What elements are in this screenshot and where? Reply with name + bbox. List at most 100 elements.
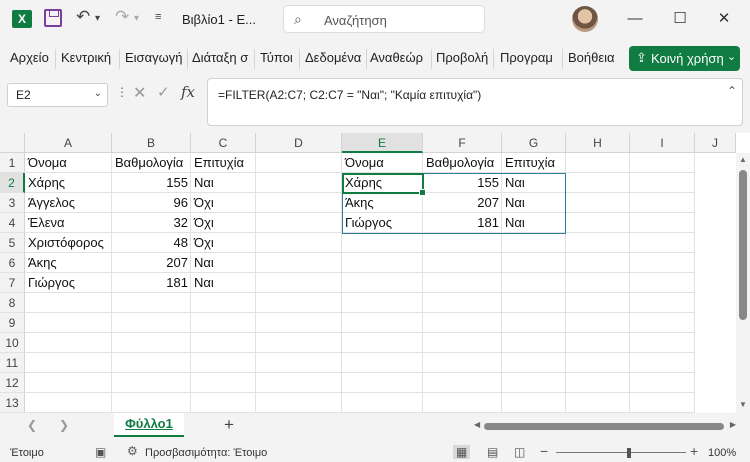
avatar[interactable] [572,6,598,32]
chevron-down-icon[interactable]: ⌄ [94,88,102,99]
header-cell[interactable]: Βαθμολογία [423,153,502,173]
data-cell[interactable]: 207 [112,253,191,273]
zoom-slider[interactable] [556,452,686,453]
grid-cell[interactable] [566,233,630,253]
grid-cell[interactable] [112,333,191,353]
grid-cell[interactable] [256,353,342,373]
grid-cell[interactable] [566,393,630,413]
grid-cell[interactable] [256,313,342,333]
insert-function-icon[interactable]: fx [181,83,195,101]
grid-cell[interactable] [566,333,630,353]
grid-cell[interactable] [630,173,695,193]
save-icon[interactable] [44,9,62,27]
grid-cell[interactable] [256,153,342,173]
grid-cell[interactable] [342,353,423,373]
grid-cell[interactable] [112,293,191,313]
grid-cell[interactable] [630,213,695,233]
data-cell[interactable]: Άκης [25,253,112,273]
grid-cell[interactable] [256,253,342,273]
grid-cell[interactable] [342,233,423,253]
add-sheet-button[interactable]: + [224,415,234,435]
data-cell[interactable]: Έλενα [25,213,112,233]
grid-cell[interactable] [630,153,695,173]
grid-cell[interactable] [630,373,695,393]
header-cell[interactable]: Βαθμολογία [112,153,191,173]
column-header[interactable]: E [342,133,423,153]
header-cell[interactable]: Όνομα [342,153,423,173]
grid-cell[interactable] [342,333,423,353]
header-cell[interactable]: Επιτυχία [502,153,566,173]
grid-cell[interactable] [342,373,423,393]
tab-page-layout[interactable]: Διάταξη σ [192,50,250,65]
grid-cell[interactable] [256,293,342,313]
grid-cell[interactable] [502,273,566,293]
grid-cell[interactable] [191,333,256,353]
data-cell[interactable]: Ναι [502,213,566,233]
page-layout-view-icon[interactable]: ▤ [487,445,498,459]
grid-cell[interactable] [112,353,191,373]
share-button[interactable]: ⇪ Κοινή χρήση ⌄ [629,46,740,71]
grid-cell[interactable] [423,353,502,373]
grid-cell[interactable] [256,273,342,293]
row-header[interactable]: 9 [0,313,25,333]
grid-cell[interactable] [256,193,342,213]
grid-cell[interactable] [342,253,423,273]
grid-cell[interactable] [191,353,256,373]
data-cell[interactable]: 207 [423,193,502,213]
grid-cell[interactable] [630,293,695,313]
accessibility-icon[interactable]: ⚙ [127,444,138,458]
horizontal-scrollbar[interactable]: ◀ ▶ [470,420,738,431]
grid-cell[interactable] [566,313,630,333]
data-cell[interactable]: Όχι [191,213,256,233]
scroll-down-icon[interactable]: ▼ [739,400,747,409]
grid-cell[interactable] [256,173,342,193]
tab-file[interactable]: Αρχείο [10,50,49,65]
formula-input[interactable]: =FILTER(A2:C7; C2:C7 = "Ναι"; "Καμία επι… [207,78,743,126]
grid-cell[interactable] [191,313,256,333]
grid-cell[interactable] [112,313,191,333]
row-header[interactable]: 12 [0,373,25,393]
data-cell[interactable]: Όχι [191,233,256,253]
tab-formulas[interactable]: Τύποι [260,50,293,65]
row-header[interactable]: 5 [0,233,25,253]
horizontal-scroll-thumb[interactable] [484,423,724,430]
row-header[interactable]: 13 [0,393,25,413]
column-header[interactable]: F [423,133,502,153]
data-cell[interactable]: Ναι [191,273,256,293]
grid-cell[interactable] [566,193,630,213]
data-cell[interactable]: Γιώργος [25,273,112,293]
row-header[interactable]: 1 [0,153,25,173]
grid-cell[interactable] [256,233,342,253]
grid-cell[interactable] [423,233,502,253]
zoom-out-icon[interactable]: − [540,443,548,459]
grid-cell[interactable] [630,353,695,373]
document-title[interactable]: Βιβλίο1 - E... [182,12,256,27]
grid-cell[interactable] [502,333,566,353]
minimize-icon[interactable]: — [622,8,648,30]
grid-cell[interactable] [256,373,342,393]
grid-cell[interactable] [191,393,256,413]
grid-cell[interactable] [423,313,502,333]
tab-developer[interactable]: Προγραμ [500,50,558,65]
column-header[interactable]: B [112,133,191,153]
grid-cell[interactable] [342,313,423,333]
grid-cell[interactable] [502,293,566,313]
column-header[interactable]: D [256,133,342,153]
grid-cell[interactable] [423,393,502,413]
grid-cell[interactable] [423,373,502,393]
data-cell[interactable]: Ναι [502,173,566,193]
grid-cell[interactable] [566,213,630,233]
row-header[interactable]: 8 [0,293,25,313]
grid-cell[interactable] [25,313,112,333]
grid-cell[interactable] [502,373,566,393]
grid-cell[interactable] [25,293,112,313]
page-break-view-icon[interactable]: ◫ [514,445,525,459]
column-header[interactable]: C [191,133,256,153]
maximize-icon[interactable]: ☐ [667,8,693,30]
grid-cell[interactable] [423,273,502,293]
scroll-right-icon[interactable]: ▶ [730,420,736,429]
tab-view[interactable]: Προβολή [436,50,488,65]
grid-cell[interactable] [502,313,566,333]
data-cell[interactable]: 155 [423,173,502,193]
zoom-in-icon[interactable]: + [690,443,698,459]
